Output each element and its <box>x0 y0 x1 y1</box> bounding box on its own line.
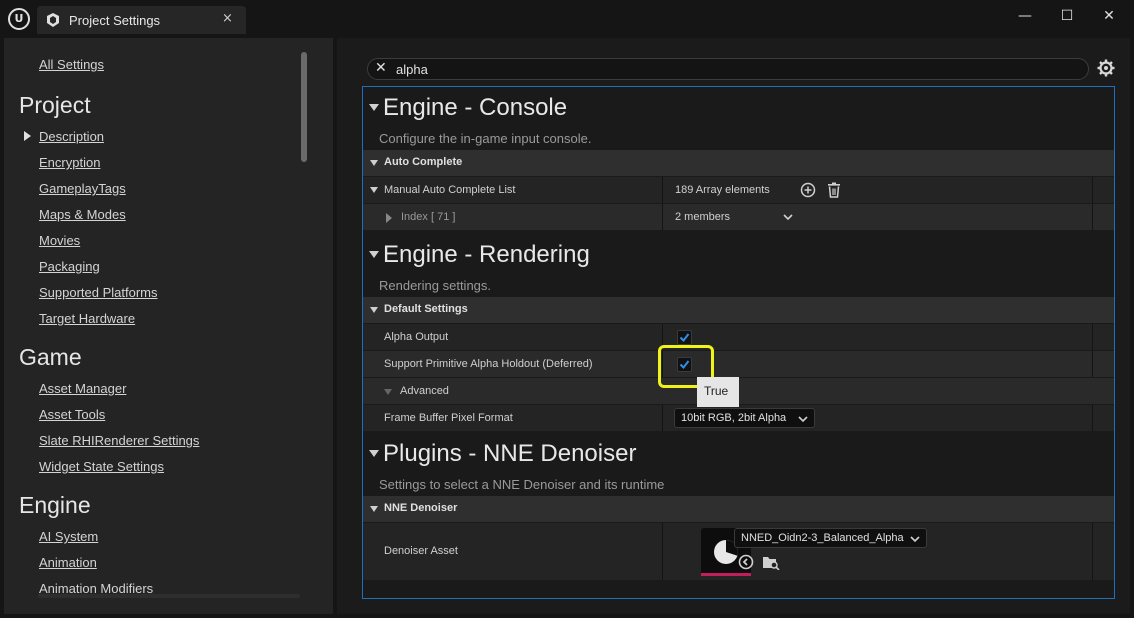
collapse-denoiser-icon[interactable] <box>369 450 379 457</box>
all-settings-link[interactable]: All Settings <box>39 57 104 72</box>
sidebar-scrollbar[interactable] <box>301 52 307 162</box>
details-view: Engine - Console Configure the in-game i… <box>362 86 1115 599</box>
frame-buffer-value: 10bit RGB, 2bit Alpha <box>681 412 787 424</box>
sidebar-horizontal-scrollbar[interactable] <box>38 594 300 598</box>
asset-type-bar <box>701 573 751 576</box>
checkmark-icon <box>679 333 690 343</box>
denoiser-asset-dropdown[interactable]: NNED_Oidn2-3_Balanced_Alpha <box>734 528 927 548</box>
close-window-button[interactable]: ✕ <box>1099 6 1119 26</box>
title-bar: U Project Settings × — ☐ ✕ <box>0 0 1134 38</box>
category-label: Auto Complete <box>384 156 463 168</box>
column-divider-right <box>1092 204 1093 230</box>
use-selected-asset-icon[interactable] <box>738 554 754 570</box>
property-alpha-output: Alpha Output <box>363 323 1114 350</box>
section-title-denoiser: Plugins - NNE Denoiser <box>383 440 637 467</box>
advanced-label: Advanced <box>400 385 449 397</box>
browse-asset-icon[interactable] <box>762 554 780 570</box>
sidebar-item-slate-rhirenderer[interactable]: Slate RHIRenderer Settings <box>39 433 199 448</box>
category-label: NNE Denoiser <box>384 502 458 514</box>
minimize-button[interactable]: — <box>1015 6 1035 26</box>
sidebar-item-target-hardware[interactable]: Target Hardware <box>39 311 135 326</box>
tooltip: True <box>697 377 739 407</box>
sidebar-item-asset-manager[interactable]: Asset Manager <box>39 381 126 396</box>
sidebar-item-asset-tools[interactable]: Asset Tools <box>39 407 105 422</box>
sidebar-item-gameplaytags[interactable]: GameplayTags <box>39 181 126 196</box>
property-label: Frame Buffer Pixel Format <box>384 412 513 424</box>
column-divider[interactable] <box>662 523 663 580</box>
column-divider-right <box>1092 177 1093 203</box>
index-label: Index [ 71 ] <box>401 211 456 223</box>
collapse-rendering-icon[interactable] <box>369 251 379 258</box>
section-desc-console: Configure the in-game input console. <box>379 131 592 146</box>
sidebar-item-widget-state[interactable]: Widget State Settings <box>39 459 164 474</box>
column-divider-right <box>1092 405 1093 431</box>
property-label: Manual Auto Complete List <box>384 184 516 196</box>
column-divider[interactable] <box>662 405 663 431</box>
sidebar-item-maps-modes[interactable]: Maps & Modes <box>39 207 126 222</box>
chevron-down-icon <box>798 416 808 423</box>
tab-close-icon[interactable]: × <box>222 11 233 26</box>
details-panel: ✕ Engine - Console Configure the in-game… <box>337 38 1130 614</box>
selected-arrow-icon <box>24 131 31 141</box>
sidebar-item-movies[interactable]: Movies <box>39 233 80 248</box>
property-alpha-holdout: Support Primitive Alpha Holdout (Deferre… <box>363 350 1114 377</box>
category-default-settings[interactable]: Default Settings <box>363 297 1114 323</box>
collapse-console-icon[interactable] <box>369 104 379 111</box>
category-nne-denoiser[interactable]: NNE Denoiser <box>363 496 1114 522</box>
property-label: Alpha Output <box>384 331 449 343</box>
sidebar-item-description[interactable]: Description <box>39 129 104 144</box>
search-input[interactable] <box>396 61 1076 77</box>
trash-icon[interactable] <box>827 182 841 198</box>
gear-icon[interactable] <box>1097 59 1115 77</box>
category-collapse-icon <box>370 307 378 313</box>
property-label: Denoiser Asset <box>384 545 458 557</box>
category-collapse-icon <box>370 506 378 512</box>
chevron-down-icon[interactable] <box>783 213 793 221</box>
category-game: Game <box>19 344 82 370</box>
section-desc-rendering: Rendering settings. <box>379 278 492 293</box>
sidebar-item-animation[interactable]: Animation <box>39 555 97 570</box>
sidebar-item-ai-system[interactable]: AI System <box>39 529 98 544</box>
section-desc-denoiser: Settings to select a NNE Denoiser and it… <box>379 477 665 492</box>
index-members: 2 members <box>675 211 731 223</box>
section-title-console: Engine - Console <box>383 94 568 121</box>
alpha-output-checkbox[interactable] <box>677 330 692 345</box>
sidebar-item-packaging[interactable]: Packaging <box>39 259 100 274</box>
project-settings-icon <box>47 13 59 27</box>
expand-list-icon[interactable] <box>370 187 378 193</box>
expand-index-icon[interactable] <box>386 213 392 223</box>
clear-search-icon[interactable]: ✕ <box>375 60 387 76</box>
advanced-collapse-icon <box>384 389 392 395</box>
column-divider-right <box>1092 351 1093 377</box>
denoiser-asset-value: NNED_Oidn2-3_Balanced_Alpha <box>741 532 904 544</box>
frame-buffer-dropdown[interactable]: 10bit RGB, 2bit Alpha <box>674 408 815 428</box>
chevron-down-icon <box>910 536 920 543</box>
property-denoiser-asset: Denoiser Asset NNED_Oidn2-3_Balanced_Alp… <box>363 522 1114 580</box>
column-divider[interactable] <box>662 177 663 203</box>
category-project: Project <box>19 92 91 118</box>
category-collapse-icon <box>370 160 378 166</box>
column-divider-right <box>1092 523 1093 580</box>
column-divider[interactable] <box>662 204 663 230</box>
property-index-71: Index [ 71 ] 2 members <box>363 203 1114 230</box>
sidebar-item-encryption[interactable]: Encryption <box>39 155 100 170</box>
category-engine: Engine <box>19 492 91 518</box>
column-divider-right <box>1092 324 1093 350</box>
property-frame-buffer: Frame Buffer Pixel Format 10bit RGB, 2bi… <box>363 404 1114 431</box>
tab-title: Project Settings <box>69 13 161 28</box>
add-element-icon[interactable] <box>800 182 816 198</box>
sidebar-item-supported-platforms[interactable]: Supported Platforms <box>39 285 158 300</box>
tab-project-settings[interactable]: Project Settings × <box>37 6 246 34</box>
section-title-rendering: Engine - Rendering <box>383 241 590 268</box>
search-box: ✕ <box>367 58 1089 80</box>
category-label: Default Settings <box>384 303 468 315</box>
property-manual-auto-complete: Manual Auto Complete List 189 Array elem… <box>363 176 1114 203</box>
category-auto-complete[interactable]: Auto Complete <box>363 150 1114 176</box>
array-count: 189 Array elements <box>675 184 770 196</box>
settings-sidebar: All Settings Project Description Encrypt… <box>4 38 333 614</box>
property-label: Support Primitive Alpha Holdout (Deferre… <box>384 358 593 370</box>
unreal-logo-icon[interactable]: U <box>8 8 30 30</box>
maximize-button[interactable]: ☐ <box>1057 6 1077 26</box>
